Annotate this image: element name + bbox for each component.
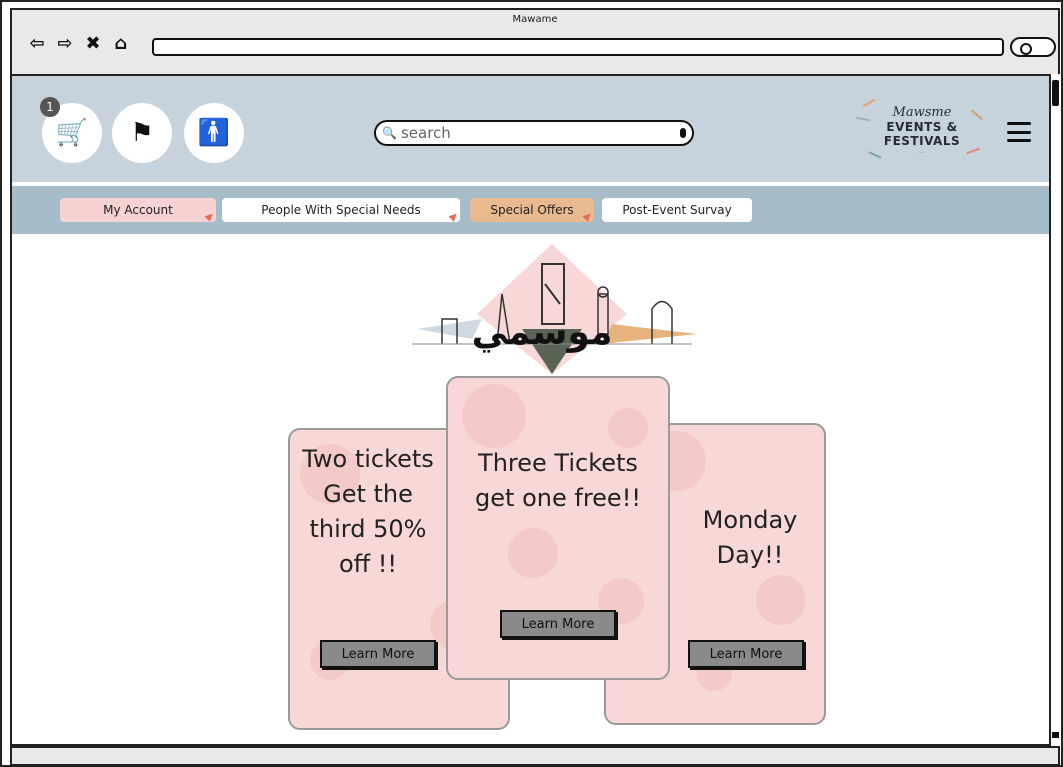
tab-my-account[interactable]: My Account ▲ xyxy=(60,198,217,224)
offer-card-three-tickets[interactable]: Three Tickets get one free!! Learn More xyxy=(446,376,670,680)
flag-icon: ⚑ xyxy=(130,118,154,148)
vertical-scrollbar[interactable] xyxy=(1049,74,1061,746)
learn-more-button[interactable]: Learn More xyxy=(320,640,436,668)
page-viewport: 🛒 1 ⚑ 🚹 🔍 search Mawsme EVENTS & FESTIVA… xyxy=(10,74,1056,746)
accessibility-button[interactable]: 🚹 xyxy=(184,103,244,163)
events-festivals-logo[interactable]: Mawsme EVENTS & FESTIVALS ····· xyxy=(852,84,992,176)
logo-sub: ····· xyxy=(918,149,926,156)
site-header: 🛒 1 ⚑ 🚹 🔍 search Mawsme EVENTS & FESTIVA… xyxy=(12,76,1054,184)
cart-button[interactable]: 🛒 1 xyxy=(40,97,102,163)
tab-special-needs[interactable]: People With Special Needs ▲ xyxy=(222,198,461,224)
learn-more-button[interactable]: Learn More xyxy=(500,610,616,638)
tab-post-event-survey[interactable]: Post-Event Survay xyxy=(602,198,752,222)
logo-line1: EVENTS & xyxy=(886,119,958,134)
close-icon[interactable]: ✖ xyxy=(82,32,104,54)
browser-chrome: Mawame ⇦ ⇨ ✖ ⌂ xyxy=(10,8,1060,74)
menu-icon[interactable] xyxy=(1007,122,1031,142)
learn-more-button[interactable]: Learn More xyxy=(688,640,804,668)
browser-nav: ⇦ ⇨ ✖ ⌂ xyxy=(26,32,132,54)
browser-search-icon[interactable] xyxy=(1010,37,1056,57)
scroll-down-icon[interactable] xyxy=(1052,732,1059,742)
search-icon: 🔍 xyxy=(382,126,397,140)
tab-special-offers[interactable]: Special Offers ▲ xyxy=(470,198,595,224)
window-title: Mawame xyxy=(512,14,558,25)
offer-title: Monday Day!! xyxy=(702,506,798,569)
mic-icon[interactable] xyxy=(680,128,686,138)
arrow-icon: ▲ xyxy=(203,209,217,224)
hero-logo-text: موسمي xyxy=(471,312,613,353)
home-icon[interactable]: ⌂ xyxy=(110,32,132,54)
skyline-illustration xyxy=(412,244,697,374)
tab-label: People With Special Needs xyxy=(261,203,421,217)
arrow-icon: ▲ xyxy=(447,209,461,224)
browser-window: Mawame ⇦ ⇨ ✖ ⌂ 🛒 1 ⚑ 🚹 🔍 search Mawsme E… xyxy=(0,0,1063,767)
search-input[interactable]: 🔍 search xyxy=(374,120,694,146)
language-button[interactable]: ⚑ xyxy=(112,103,172,163)
forward-icon[interactable]: ⇨ xyxy=(54,32,76,54)
tab-label: Special Offers xyxy=(490,203,574,217)
search-placeholder: search xyxy=(400,124,451,142)
arrow-icon: ▲ xyxy=(581,209,595,224)
hero-logo: موسمي xyxy=(402,244,702,374)
logo-script: Mawsme xyxy=(892,104,952,120)
tab-label: My Account xyxy=(103,203,173,217)
cart-badge: 1 xyxy=(40,97,60,117)
nav-tabbar: My Account ▲ People With Special Needs ▲… xyxy=(12,186,1054,234)
status-bar xyxy=(10,746,1060,766)
url-bar[interactable] xyxy=(152,38,1004,56)
offer-title: Two tickets Get the third 50% off !! xyxy=(302,445,434,578)
accessibility-icon: 🚹 xyxy=(197,118,231,148)
tab-label: Post-Event Survay xyxy=(622,203,732,217)
scroll-thumb[interactable] xyxy=(1052,80,1059,106)
back-icon[interactable]: ⇦ xyxy=(26,32,48,54)
logo-line2: FESTIVALS xyxy=(883,133,961,148)
cart-icon: 🛒 xyxy=(55,118,89,148)
offer-title: Three Tickets get one free!! xyxy=(475,449,641,512)
